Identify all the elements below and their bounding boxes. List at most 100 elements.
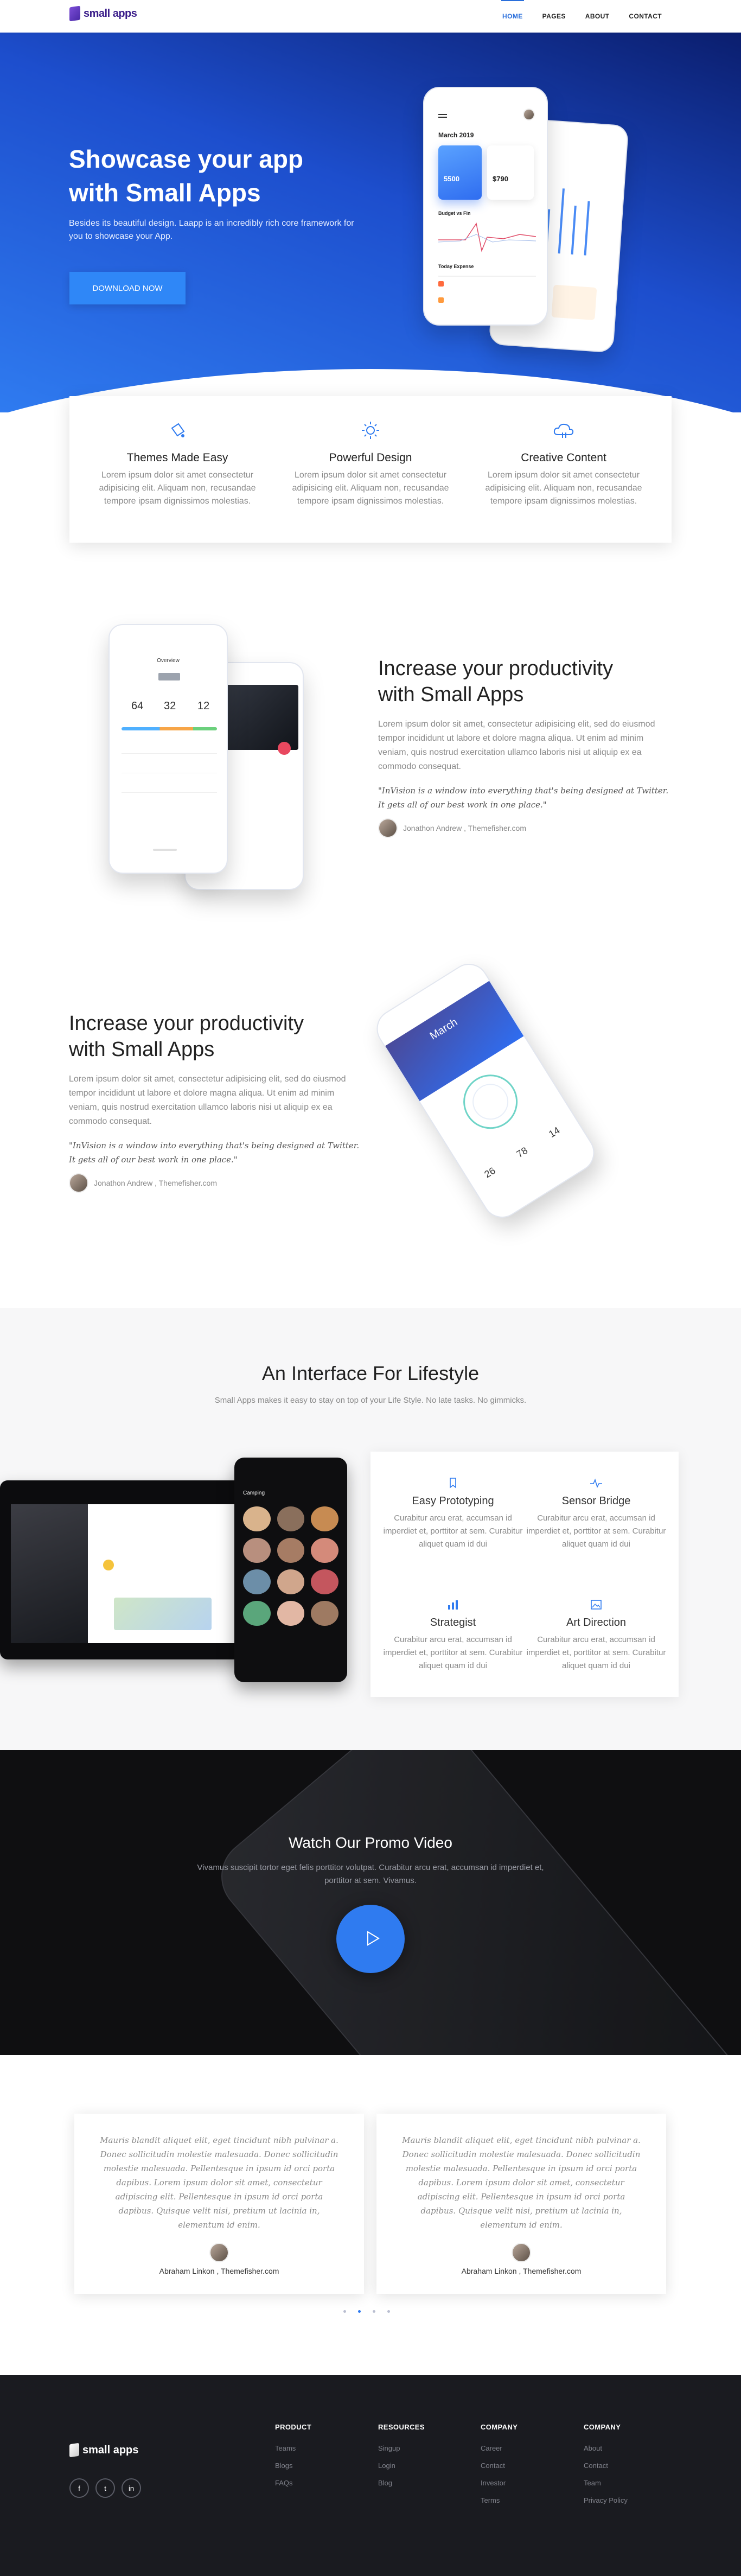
footer-link[interactable]: Team — [584, 2479, 628, 2487]
video-title: Watch Our Promo Video — [289, 1834, 452, 1851]
logo-icon — [69, 5, 80, 22]
nav-menu: HOME PAGES ABOUT CONTACT — [501, 0, 662, 33]
testimonial-card: Mauris blandit aliquet elit, eget tincid… — [74, 2114, 364, 2294]
carousel-dot[interactable] — [373, 2310, 375, 2313]
download-now-button[interactable]: DOWNLOAD NOW — [69, 272, 186, 304]
footer-link[interactable]: Login — [378, 2461, 425, 2470]
dark-phone-mockup: Camping — [234, 1458, 347, 1682]
carousel-dot[interactable] — [358, 2310, 361, 2313]
avatar — [378, 818, 398, 838]
pulse-icon — [525, 1478, 668, 1490]
nav-item-pages[interactable]: PAGES — [542, 0, 566, 33]
sun-icon — [358, 418, 383, 443]
avatar — [69, 1173, 88, 1193]
tablet-mockup — [0, 1480, 250, 1659]
section1-quote: "InVision is a window into everything th… — [378, 786, 669, 810]
footer: small apps f t in PRODUCT Teams Blogs FA… — [0, 2375, 741, 2576]
lifestyle-feature: Strategist Curabitur arcu erat, accumsan… — [381, 1599, 525, 1697]
lifestyle-feature: Art Direction Curabitur arcu erat, accum… — [525, 1599, 668, 1697]
feature-text: Lorem ipsum dolor sit amet consectetur a… — [99, 470, 256, 506]
play-video-button[interactable] — [336, 1905, 405, 1973]
section2-text: Lorem ipsum dolor sit amet, consectetur … — [69, 1074, 346, 1126]
section2-content: Increase your productivity with Small App… — [69, 1010, 362, 1193]
section1-author: Jonathon Andrew , Themefisher.com — [378, 818, 671, 838]
top-navbar: small apps HOME PAGES ABOUT CONTACT — [0, 0, 741, 33]
feature-text: Lorem ipsum dolor sit amet consectetur a… — [485, 470, 642, 506]
feature-title: Themes Made Easy — [126, 451, 228, 464]
carousel-dots — [343, 2310, 390, 2313]
lifestyle-features-card: Easy Prototyping Curabitur arcu erat, ac… — [370, 1452, 679, 1697]
feature-title: Powerful Design — [329, 451, 412, 464]
avatar — [523, 109, 535, 120]
line-chart-graphic — [438, 222, 536, 252]
lifestyle-title: An Interface For Lifestyle — [261, 1362, 480, 1384]
footer-link[interactable]: FAQs — [275, 2479, 311, 2487]
avatar — [209, 2243, 229, 2262]
carousel-dot[interactable] — [343, 2310, 346, 2313]
footer-column-product: PRODUCT Teams Blogs FAQs — [275, 2423, 312, 2487]
section1-text: Lorem ipsum dolor sit amet, consectetur … — [378, 720, 655, 771]
lifestyle-section: An Interface For Lifestyle Small Apps ma… — [0, 1308, 741, 1750]
section2-quote: "InVision is a window into everything th… — [69, 1141, 360, 1165]
feature-text: Lorem ipsum dolor sit amet consectetur a… — [292, 470, 449, 506]
nav-item-home[interactable]: HOME — [501, 0, 524, 33]
phone-background-graphic — [206, 1750, 741, 2055]
image-icon — [525, 1599, 668, 1611]
footer-link[interactable]: Investor — [481, 2479, 518, 2487]
footer-logo[interactable]: small apps — [69, 2443, 138, 2458]
footer-link[interactable]: Terms — [481, 2496, 518, 2504]
testimonial-card: Mauris blandit aliquet elit, eget tincid… — [376, 2114, 666, 2294]
nav-item-contact[interactable]: CONTACT — [629, 0, 662, 33]
footer-link[interactable]: Contact — [584, 2461, 628, 2470]
brand-name: small apps — [84, 7, 137, 20]
footer-link[interactable]: About — [584, 2444, 628, 2452]
lifestyle-subtitle: Small Apps makes it easy to stay on top … — [214, 1396, 527, 1405]
carousel-dot[interactable] — [387, 2310, 390, 2313]
twitter-icon[interactable]: t — [95, 2478, 115, 2498]
footer-column-company: COMPANY Career Contact Investor Terms — [481, 2423, 518, 2504]
section1-title: Increase your productivity with Small App… — [378, 657, 613, 706]
bookmark-icon — [381, 1478, 525, 1490]
footer-link[interactable]: Contact — [481, 2461, 518, 2470]
promo-video-section: Watch Our Promo Video Vivamus suscipit t… — [0, 1750, 741, 2055]
footer-link[interactable]: Career — [481, 2444, 518, 2452]
hero-title: Showcase your app with Small Apps — [69, 145, 304, 207]
hero-text: Besides its beautiful design. Laapp is a… — [69, 219, 354, 241]
feature-item: Themes Made Easy Lorem ipsum dolor sit a… — [93, 418, 261, 543]
video-text: Vivamus suscipit tortor eget felis portt… — [197, 1863, 544, 1885]
feature-title: Creative Content — [521, 451, 606, 464]
play-icon — [367, 1930, 380, 1946]
logo-icon — [69, 2443, 79, 2458]
footer-column-resources: RESOURCES Singup Login Blog — [378, 2423, 425, 2487]
footer-link[interactable]: Blog — [378, 2479, 425, 2487]
cloud-icon — [551, 418, 576, 443]
footer-link[interactable]: Blogs — [275, 2461, 311, 2470]
footer-link[interactable]: Privacy Policy — [584, 2496, 628, 2504]
footer-link[interactable]: Teams — [275, 2444, 311, 2452]
avatar — [512, 2243, 531, 2262]
lifestyle-feature: Sensor Bridge Curabitur arcu erat, accum… — [525, 1478, 668, 1575]
productivity-phone-2: March 26 78 14 — [369, 956, 602, 1225]
productivity-phones-1: Overview 64 32 12 — [108, 624, 309, 895]
nav-item-about[interactable]: ABOUT — [585, 0, 610, 33]
bar-chart-icon — [381, 1599, 525, 1611]
section1-content: Increase your productivity with Small App… — [378, 656, 671, 838]
feature-item: Creative Content Lorem ipsum dolor sit a… — [480, 418, 648, 543]
features-card: Themes Made Easy Lorem ipsum dolor sit a… — [69, 396, 672, 543]
feature-item: Powerful Design Lorem ipsum dolor sit am… — [286, 418, 455, 543]
hero-section: Showcase your app with Small Apps Besides… — [0, 33, 741, 412]
facebook-icon[interactable]: f — [69, 2478, 89, 2498]
social-links: f t in — [69, 2478, 141, 2498]
phone-front: Overview 64 32 12 — [108, 624, 228, 874]
spend-card: $790 — [487, 145, 534, 200]
balance-card: 5500 — [438, 145, 482, 200]
hero-phone-front: March 2019 5500 $790 Budget vs Fin Today… — [423, 87, 548, 326]
section2-title: Increase your productivity with Small App… — [69, 1012, 304, 1061]
section2-author: Jonathon Andrew , Themefisher.com — [69, 1173, 362, 1193]
bucket-icon — [165, 418, 190, 443]
lifestyle-feature: Easy Prototyping Curabitur arcu erat, ac… — [381, 1478, 525, 1575]
footer-column-company-2: COMPANY About Contact Team Privacy Polic… — [584, 2423, 628, 2504]
instagram-icon[interactable]: in — [122, 2478, 141, 2498]
footer-link[interactable]: Singup — [378, 2444, 425, 2452]
brand-logo[interactable]: small apps — [69, 5, 137, 22]
